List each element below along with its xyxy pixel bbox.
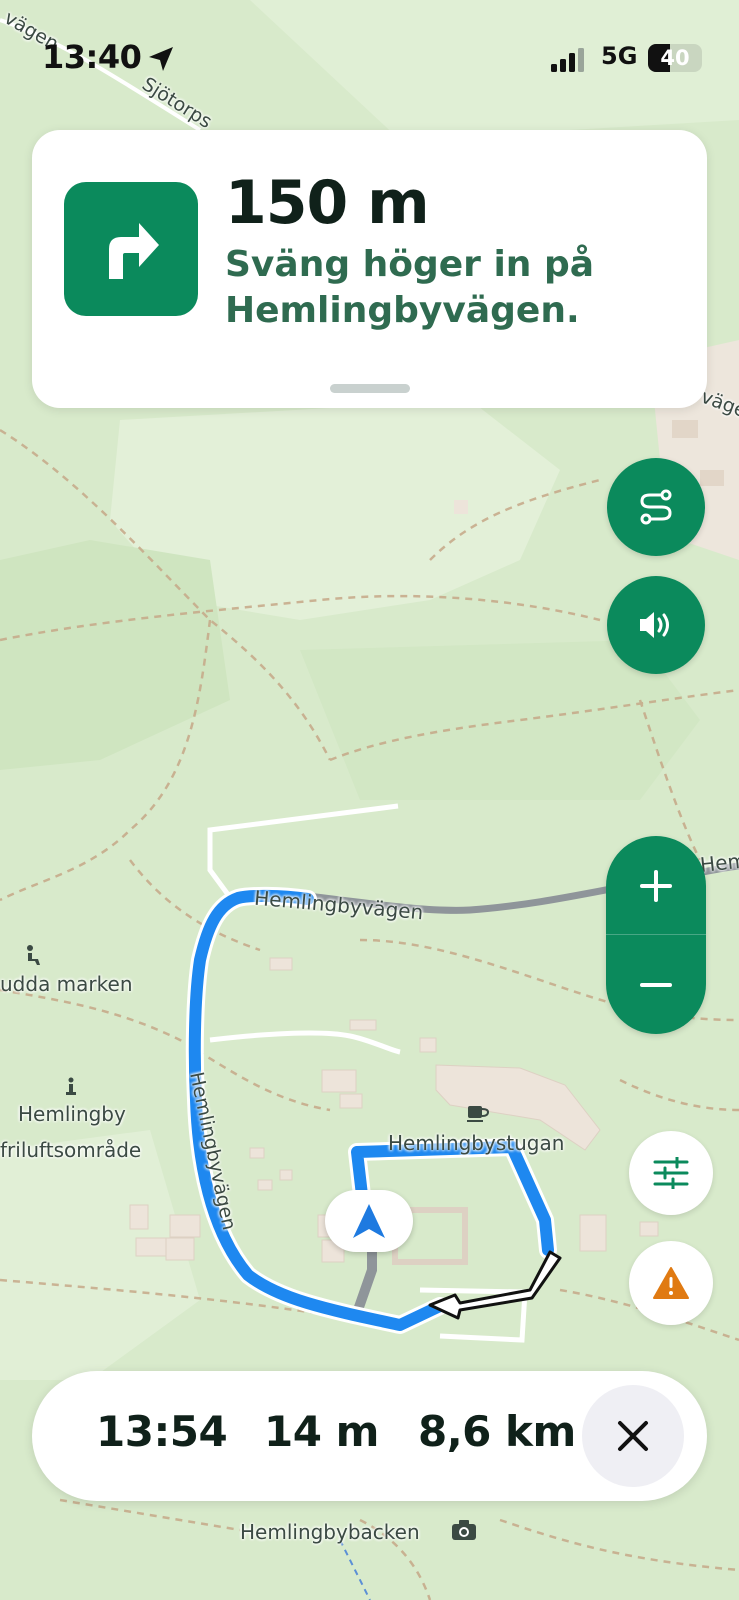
location-services-icon xyxy=(149,47,173,71)
zoom-controls xyxy=(606,836,706,1034)
poi-label-hemlingbybacken: Hemlingbybacken xyxy=(240,1520,420,1544)
status-time: 13:40 xyxy=(42,38,142,76)
cellular-signal-icon xyxy=(551,48,584,72)
battery-icon: 40 xyxy=(648,44,702,72)
status-bar: 13:40 5G 40 xyxy=(0,0,739,100)
end-navigation-button[interactable] xyxy=(582,1385,684,1487)
current-location-puck xyxy=(325,1190,413,1252)
sound-button[interactable] xyxy=(607,576,705,674)
route-icon xyxy=(640,489,672,525)
trip-summary-bar: 13:54 14 m 8,6 km xyxy=(32,1371,707,1501)
turn-instruction-card[interactable]: 150 m Sväng höger in på Hemlingbyvägen. xyxy=(32,130,707,408)
zoom-in-button[interactable] xyxy=(606,836,706,935)
close-icon xyxy=(618,1421,648,1451)
minus-icon xyxy=(640,982,672,987)
poi-label-hemlingbystugan: Hemlingbystugan xyxy=(388,1131,565,1155)
navigation-arrow-icon xyxy=(353,1204,385,1238)
remaining-time: 14 m xyxy=(264,1407,379,1456)
maneuver-text: Sväng höger in på Hemlingbyvägen. xyxy=(225,244,595,331)
turn-right-arrow-icon xyxy=(109,223,159,279)
arrival-time: 13:54 xyxy=(96,1407,228,1456)
sliders-icon xyxy=(653,1157,689,1189)
maneuver-distance: 150 m xyxy=(225,168,430,238)
speaker-icon xyxy=(640,612,669,638)
card-grab-handle[interactable] xyxy=(330,384,410,393)
remaining-distance: 8,6 km xyxy=(418,1407,576,1456)
warning-icon xyxy=(653,1267,689,1299)
zoom-out-button[interactable] xyxy=(606,935,706,1034)
route-overview-button[interactable] xyxy=(607,458,705,556)
area-label-friluftsomrade: friluftsområde xyxy=(0,1138,142,1162)
network-type: 5G xyxy=(601,42,638,70)
report-hazard-button[interactable] xyxy=(629,1241,713,1325)
maneuver-tile xyxy=(64,182,198,316)
area-label-udda-marken: udda marken xyxy=(0,972,133,996)
settings-button[interactable] xyxy=(629,1131,713,1215)
area-label-hemlingby: Hemlingby xyxy=(18,1102,126,1126)
plus-icon xyxy=(640,869,672,902)
battery-percentage: 40 xyxy=(660,46,690,70)
